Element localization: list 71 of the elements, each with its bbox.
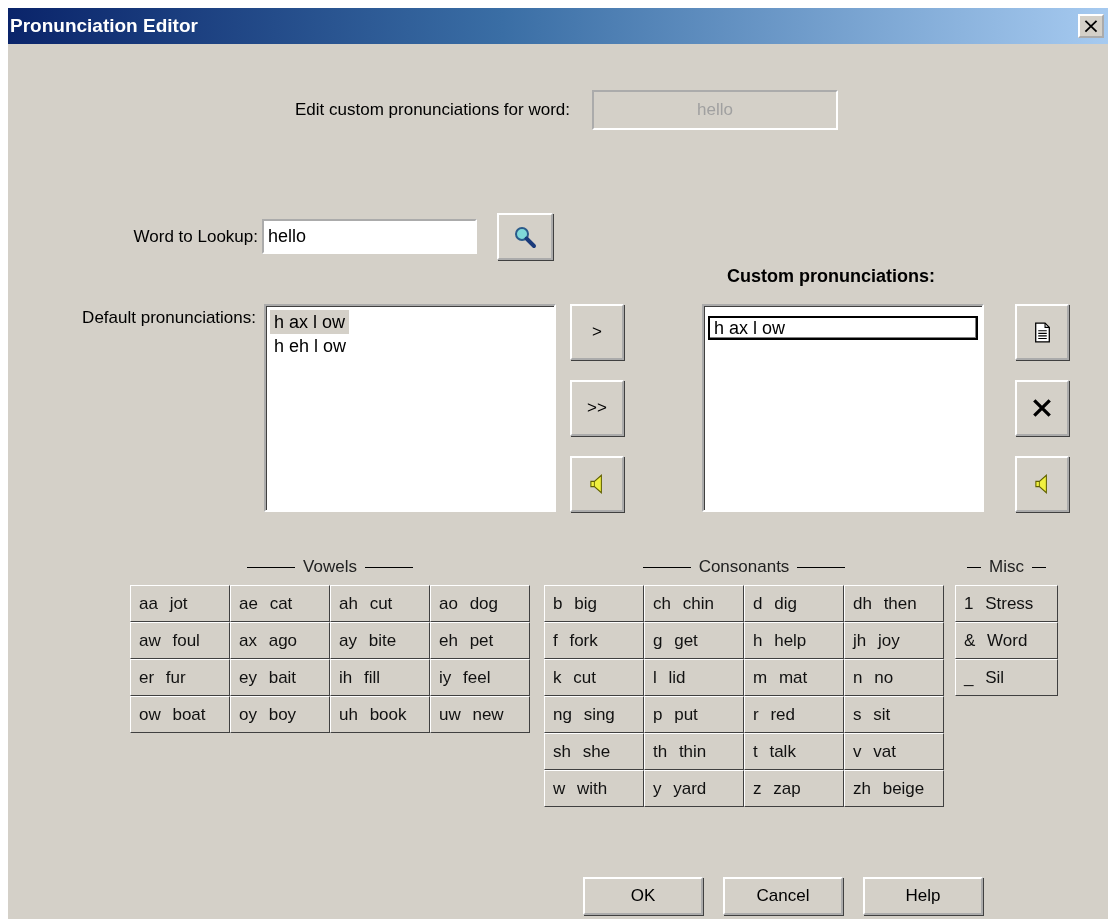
phoneme-key[interactable]: g get (644, 622, 744, 659)
phoneme-key[interactable]: er fur (130, 659, 230, 696)
phoneme-key[interactable]: r red (744, 696, 844, 733)
section-heading: Consonants (698, 557, 790, 577)
close-icon (1031, 397, 1053, 419)
list-heading: Custom pronunciations: (726, 265, 936, 287)
phoneme-key[interactable]: iy feel (430, 659, 530, 696)
phoneme-key[interactable]: y yard (644, 770, 744, 807)
phoneme-key[interactable]: zh beige (844, 770, 944, 807)
phoneme-key[interactable]: l lid (644, 659, 744, 696)
phoneme-key[interactable]: aa jot (130, 585, 230, 622)
dialog-button[interactable]: OK (583, 877, 703, 915)
phoneme-key[interactable]: oy boy (230, 696, 330, 733)
phoneme-key[interactable]: dh then (844, 585, 944, 622)
field-label: Word to Lookup: (132, 226, 258, 247)
phoneme-key[interactable]: w with (544, 770, 644, 807)
phoneme-key[interactable]: ng sing (544, 696, 644, 733)
phoneme-key[interactable]: aw foul (130, 622, 230, 659)
phoneme-key[interactable]: d dig (744, 585, 844, 622)
phoneme-key[interactable]: eh pet (430, 622, 530, 659)
phoneme-key[interactable]: f fork (544, 622, 644, 659)
phoneme-key[interactable]: ax ago (230, 622, 330, 659)
close-button[interactable]: × (1078, 14, 1104, 38)
phoneme-key[interactable]: ch chin (644, 585, 744, 622)
phoneme-key[interactable]: b big (544, 585, 644, 622)
dialog-button[interactable]: Cancel (723, 877, 843, 915)
list-label: Default pronunciations: (81, 307, 257, 329)
phoneme-key[interactable]: z zap (744, 770, 844, 807)
phoneme-key[interactable]: sh she (544, 733, 644, 770)
search-button[interactable] (497, 213, 553, 260)
new-button[interactable] (1015, 304, 1069, 360)
edit-field[interactable]: h ax l ow (708, 316, 978, 340)
phoneme-key[interactable]: _ Sil (955, 659, 1058, 696)
delete-button[interactable] (1015, 380, 1069, 436)
phoneme-key[interactable]: ih fill (330, 659, 430, 696)
phoneme-key[interactable]: jh joy (844, 622, 944, 659)
document-icon (1033, 321, 1051, 343)
move-button[interactable]: > (570, 304, 624, 360)
pronunciation-list[interactable]: h ax l ow (702, 304, 984, 512)
search-icon (513, 224, 537, 249)
phoneme-key[interactable]: ow boat (130, 696, 230, 733)
speaker-icon (590, 473, 604, 495)
phoneme-key[interactable]: & Word (955, 622, 1058, 659)
phoneme-key[interactable]: uh book (330, 696, 430, 733)
dialog-button[interactable]: Help (863, 877, 983, 915)
lookup-field[interactable]: hello (262, 219, 477, 254)
phoneme-key[interactable]: ay bite (330, 622, 430, 659)
phoneme-key[interactable]: ey bait (230, 659, 330, 696)
phoneme-key[interactable]: m mat (744, 659, 844, 696)
phoneme-key[interactable]: k cut (544, 659, 644, 696)
phoneme-key[interactable]: ae cat (230, 585, 330, 622)
phoneme-key[interactable]: ah cut (330, 585, 430, 622)
section-heading: Vowels (303, 557, 357, 577)
phoneme-key[interactable]: uw new (430, 696, 530, 733)
phoneme-key[interactable]: 1 Stress (955, 585, 1058, 622)
phoneme-key[interactable]: v vat (844, 733, 944, 770)
phoneme-key[interactable]: n no (844, 659, 944, 696)
pronunciation-list[interactable]: h ax l ow h eh l ow (264, 304, 556, 512)
phoneme-key[interactable]: h help (744, 622, 844, 659)
list-item[interactable]: h eh l ow (270, 334, 351, 358)
move-button[interactable]: >> (570, 380, 624, 436)
field-label: Edit custom pronunciations for word: (294, 100, 570, 120)
speaker-icon (1035, 473, 1049, 495)
list-item[interactable]: h ax l ow (270, 310, 350, 334)
phoneme-key[interactable]: ao dog (430, 585, 530, 622)
phoneme-key[interactable]: s sit (844, 696, 944, 733)
phoneme-key[interactable]: t talk (744, 733, 844, 770)
phoneme-key[interactable]: p put (644, 696, 744, 733)
window-title: Pronunciation Editor (10, 15, 198, 37)
section-heading: Misc (989, 557, 1024, 577)
phoneme-key[interactable]: th thin (644, 733, 744, 770)
